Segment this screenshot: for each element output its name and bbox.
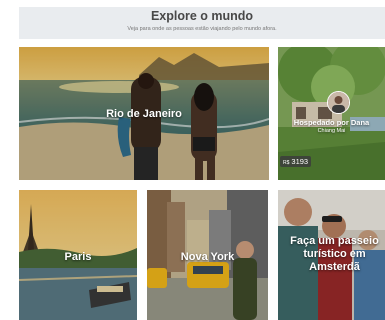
price-badge: R$ 3193 (280, 156, 312, 167)
price-value: 3193 (291, 157, 309, 166)
card-title: Paris (64, 251, 92, 263)
price-currency: R$ (283, 160, 290, 166)
section-header: Explore o mundo Veja para onde as pessoa… (19, 7, 385, 39)
destination-card-rio[interactable]: Rio de Janeiro (19, 47, 269, 180)
card-title: Hospedado por Dana (293, 118, 370, 127)
card-title: Faça um passeio turístico em Amsterdã (290, 235, 379, 273)
card-location: Chiang Mai (317, 128, 346, 134)
destination-card-new-york[interactable]: Nova York (147, 190, 268, 320)
experience-card-amsterdam[interactable]: Faça um passeio turístico em Amsterdã (278, 190, 385, 320)
host-avatar (327, 91, 350, 114)
card-title: Rio de Janeiro (106, 108, 182, 120)
destination-card-paris[interactable]: Paris (19, 190, 137, 320)
section-subtitle: Veja para onde as pessoas estão viajando… (127, 26, 277, 32)
experience-card-dana[interactable]: Hospedado por Dana Chiang Mai R$ 3193 (278, 47, 385, 180)
section-title: Explore o mundo (150, 9, 254, 23)
card-title: Nova York (180, 251, 235, 263)
